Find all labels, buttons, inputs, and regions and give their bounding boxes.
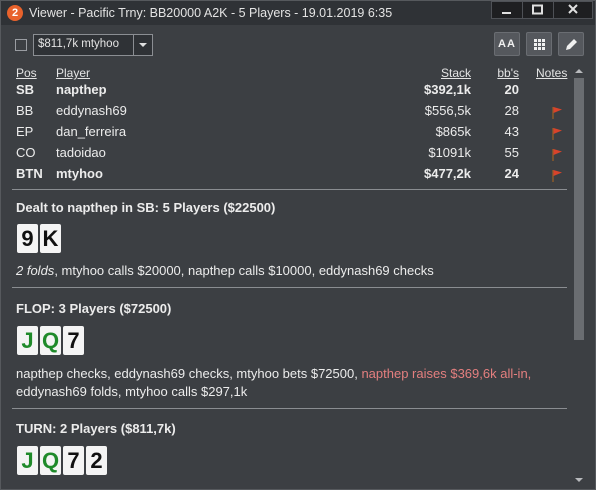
folds-text: 2 folds (16, 263, 55, 278)
minimize-button[interactable] (491, 1, 523, 19)
player-position: EP (16, 124, 34, 139)
street-title: FLOP: 3 Players ($72500) (16, 301, 172, 316)
player-row[interactable]: EP dan_ferreira $865k 43 (1, 123, 571, 143)
close-icon (568, 4, 578, 14)
title-bar[interactable]: 2 Viewer - Pacific Trny: BB20000 A2K - 5… (1, 1, 595, 25)
street-title: Dealt to napthep in SB: 5 Players ($2250… (16, 200, 276, 215)
app-logo-icon: 2 (7, 5, 23, 21)
toolbar: $811,7k mtyhoo AA (1, 26, 595, 64)
note-flag-icon[interactable] (550, 168, 564, 182)
grid-icon (534, 39, 545, 50)
action-line: eddynash69 folds, mtyhoo calls $297,1k (16, 383, 247, 401)
player-bbs: 20 (504, 82, 519, 97)
action-text: napthep checks, eddynash69 checks, mtyho… (16, 366, 362, 381)
window-title: Viewer - Pacific Trny: BB20000 A2K - 5 P… (29, 6, 393, 20)
edit-button[interactable] (558, 32, 584, 56)
playing-card: J (17, 326, 38, 355)
playing-card: 7 (63, 446, 84, 475)
player-row[interactable]: CO tadoidao $1091k 55 (1, 144, 571, 164)
hand-select-value: $811,7k mtyhoo (38, 38, 119, 50)
divider (12, 189, 567, 190)
column-header-bbs[interactable]: bb's (497, 66, 519, 80)
note-flag-icon[interactable] (550, 147, 564, 161)
player-position: CO (16, 145, 36, 160)
vertical-scrollbar[interactable] (571, 64, 587, 488)
player-stack: $392,1k (424, 82, 471, 97)
player-row[interactable]: SB napthep $392,1k 20 (1, 81, 571, 101)
close-button[interactable] (553, 1, 593, 19)
player-position: SB (16, 82, 35, 97)
font-size-button[interactable]: AA (494, 32, 520, 56)
minimize-icon (502, 12, 511, 14)
divider (12, 408, 567, 409)
grid-view-button[interactable] (526, 32, 552, 56)
playing-card: 9 (17, 224, 38, 253)
action-line: napthep checks, eddynash69 checks, mtyho… (16, 365, 531, 383)
hand-checkbox[interactable] (15, 39, 27, 51)
player-name[interactable]: mtyhoo (56, 166, 103, 181)
note-flag-icon[interactable] (550, 126, 564, 140)
action-text: , mtyhoo calls $20000, napthep calls $10… (54, 263, 434, 278)
player-stack: $1091k (428, 145, 471, 160)
column-header-notes[interactable]: Notes (536, 66, 567, 80)
player-name[interactable]: dan_ferreira (56, 124, 126, 139)
player-name[interactable]: napthep (56, 82, 107, 97)
scroll-down-arrow-icon[interactable] (571, 473, 587, 487)
player-bbs: 28 (504, 103, 519, 118)
player-stack: $556,5k (424, 103, 471, 118)
playing-card: Q (40, 326, 61, 355)
playing-card: 2 (86, 446, 107, 475)
viewer-window: 2 Viewer - Pacific Trny: BB20000 A2K - 5… (0, 0, 596, 490)
column-header-pos[interactable]: Pos (16, 66, 37, 80)
player-bbs: 24 (504, 166, 519, 181)
playing-card: Q (40, 446, 61, 475)
hand-select[interactable]: $811,7k mtyhoo (33, 34, 153, 56)
player-stack: $865k (435, 124, 471, 139)
player-stack: $477,2k (424, 166, 471, 181)
player-name[interactable]: eddynash69 (56, 103, 127, 118)
player-bbs: 43 (504, 124, 519, 139)
player-bbs: 55 (504, 145, 519, 160)
maximize-button[interactable] (522, 1, 554, 19)
column-header-player[interactable]: Player (56, 66, 90, 80)
action-line: 2 folds, mtyhoo calls $20000, napthep ca… (16, 262, 434, 280)
playing-card: K (40, 224, 61, 253)
playing-card: 7 (63, 326, 84, 355)
player-row[interactable]: BB eddynash69 $556,5k 28 (1, 102, 571, 122)
scroll-up-arrow-icon[interactable] (571, 64, 587, 78)
player-row[interactable]: BTN mtyhoo $477,2k 24 (1, 165, 571, 185)
raise-action-text: napthep raises $369,6k all-in, (361, 366, 532, 381)
player-position: BB (16, 103, 34, 118)
pencil-icon (566, 39, 577, 50)
playing-card: J (17, 446, 38, 475)
street-title: TURN: 2 Players ($811,7k) (16, 421, 176, 436)
scrollbar-thumb[interactable] (574, 78, 584, 340)
player-name[interactable]: tadoidao (56, 145, 106, 160)
divider (12, 287, 567, 288)
note-flag-icon[interactable] (550, 105, 564, 119)
action-text: eddynash69 folds, mtyhoo calls $297,1k (16, 384, 248, 399)
chevron-down-icon[interactable] (133, 35, 152, 55)
maximize-icon (532, 4, 543, 15)
hand-history-panel[interactable]: Pos Player Stack bb's Notes SB napthep $… (1, 64, 571, 489)
column-header-stack[interactable]: Stack (441, 66, 471, 80)
player-position: BTN (16, 166, 43, 181)
